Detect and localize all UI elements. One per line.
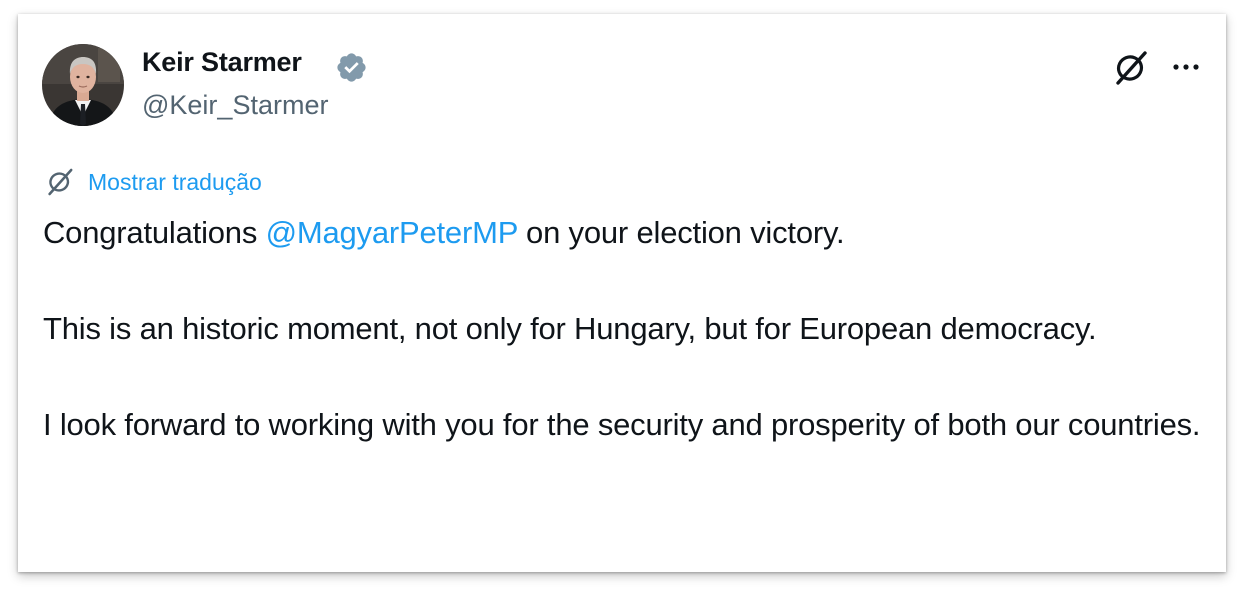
verified-badge-icon [337, 53, 366, 82]
tweet-text-segment: on your election victory. [517, 215, 845, 250]
tweet-text: Congratulations @MagyarPeterMP on your e… [43, 209, 1213, 449]
show-translation-label: Mostrar tradução [88, 168, 262, 195]
ellipsis-icon[interactable] [1166, 52, 1206, 82]
show-translation-button[interactable]: Mostrar tradução [44, 165, 262, 199]
tweet-paragraph: This is an historic moment, not only for… [43, 311, 1097, 346]
grok-slash-icon[interactable] [1111, 48, 1151, 88]
tweet-paragraph: I look forward to working with you for t… [43, 407, 1201, 442]
display-name[interactable]: Keir Starmer [142, 47, 302, 78]
profile-photo-icon [42, 44, 124, 126]
tweet-text-segment: Congratulations [43, 215, 266, 250]
user-handle[interactable]: @Keir_Starmer [142, 90, 328, 121]
mention-link[interactable]: @MagyarPeterMP [266, 215, 518, 250]
tweet-card: Keir Starmer @Keir_Starmer Mostrar tradu… [18, 14, 1226, 572]
grok-slash-icon [48, 168, 73, 196]
avatar[interactable] [42, 44, 124, 126]
tweet-paragraph: Congratulations @MagyarPeterMP on your e… [43, 209, 1213, 257]
